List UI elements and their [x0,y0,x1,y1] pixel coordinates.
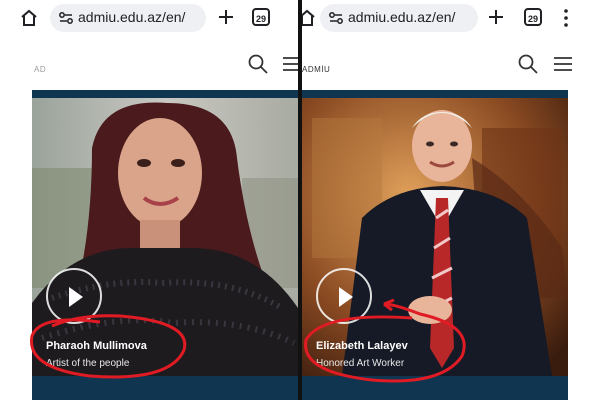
hero-person-title: Honored Art Worker [316,358,405,369]
site-settings-icon[interactable] [58,10,74,26]
hero-slider: Pharaoh Mullimova Artist of the people [32,90,298,400]
home-icon[interactable] [302,9,316,27]
address-bar[interactable]: admiu.edu.az/en/ [320,4,478,32]
search-icon[interactable] [518,54,538,74]
home-icon[interactable] [20,9,38,27]
hamburger-icon[interactable] [283,56,298,72]
play-icon [339,287,353,307]
hero-slider: Elizabeth Lalayev Honored Art Worker [302,90,568,400]
browser-toolbar: admiu.edu.az/en/ 29 [302,0,600,38]
site-header: AD [0,38,298,90]
url-text: admiu.edu.az/en/ [78,9,186,25]
tab-switcher-icon[interactable]: 29 [252,8,270,26]
site-header: ADMİU [302,38,600,90]
browser-toolbar: admiu.edu.az/en/ 29 [0,0,298,38]
play-icon [69,287,83,307]
play-button[interactable] [46,268,102,324]
more-menu-icon[interactable] [564,9,568,27]
left-screenshot-panel: admiu.edu.az/en/ 29 AD Pharaoh Mullimova… [0,0,298,400]
url-text: admiu.edu.az/en/ [348,9,456,25]
site-logo[interactable]: ADMİU [302,65,330,74]
hero-photo [302,98,568,376]
site-settings-icon[interactable] [328,10,344,26]
hero-person-name[interactable]: Pharaoh Mullimova [46,340,147,352]
tab-switcher-icon[interactable]: 29 [524,8,542,26]
hero-photo [32,98,298,376]
plus-icon[interactable] [218,9,234,25]
hamburger-icon[interactable] [554,56,572,72]
search-icon[interactable] [248,54,268,74]
site-logo[interactable]: AD [34,65,46,74]
hero-person-title: Artist of the people [46,358,130,369]
hero-person-name[interactable]: Elizabeth Lalayev [316,340,408,352]
plus-icon[interactable] [488,9,504,25]
address-bar[interactable]: admiu.edu.az/en/ [50,4,206,32]
play-button[interactable] [316,268,372,324]
right-screenshot-panel: admiu.edu.az/en/ 29 ADMİU Elizabeth Lala… [302,0,600,400]
